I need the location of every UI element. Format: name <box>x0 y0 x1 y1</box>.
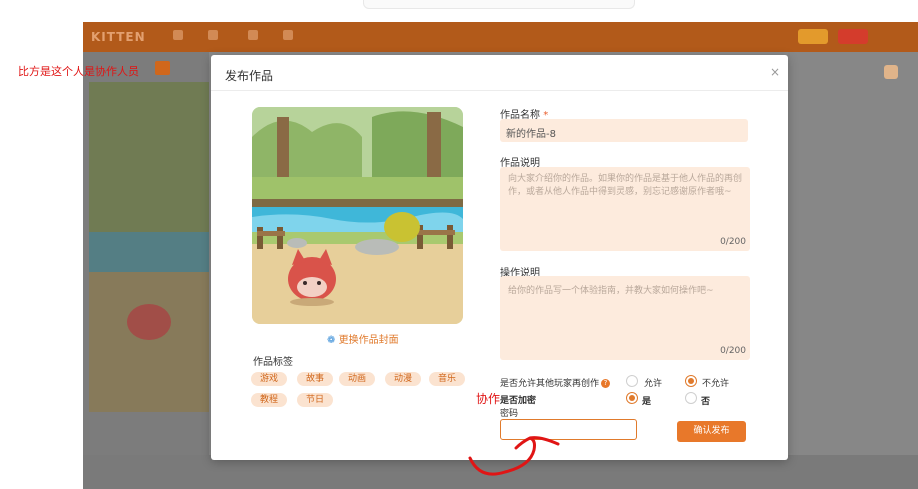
op-textarea[interactable]: 给你的作品写一个体验指南，并教大家如何操作吧~ 0/200 <box>500 276 750 360</box>
stage-preview <box>89 82 209 412</box>
nav-icon[interactable] <box>283 30 293 40</box>
tag-music[interactable]: 音乐 <box>429 372 466 386</box>
tag-animation[interactable]: 动画 <box>339 372 376 386</box>
remix-label-text: 是否允许其他玩家再创作 <box>500 379 600 389</box>
nav-icon[interactable] <box>173 30 183 40</box>
password-label: 密码 <box>500 409 519 419</box>
tag-tutorial[interactable]: 教程 <box>251 393 288 407</box>
op-counter: 0/200 <box>720 346 746 356</box>
encrypt-no-radio[interactable] <box>685 392 697 404</box>
divider <box>211 90 788 91</box>
dialog-title: 发布作品 <box>225 69 274 83</box>
encrypt-no-label[interactable]: 否 <box>701 394 710 407</box>
cover-illustration <box>252 107 463 324</box>
name-input[interactable]: 新的作品-8 <box>500 119 748 142</box>
help-icon[interactable]: ? <box>601 379 611 388</box>
tag-anime[interactable]: 动漫 <box>385 372 422 386</box>
remix-deny-label[interactable]: 不允许 <box>702 376 729 389</box>
name-input-value: 新的作品-8 <box>506 129 556 140</box>
encrypt-yes-radio[interactable] <box>626 392 638 404</box>
close-icon[interactable]: × <box>770 65 780 79</box>
annotation-marker <box>155 61 170 75</box>
annotation-label: 协作 <box>476 392 501 406</box>
radio-dot <box>629 395 635 401</box>
confirm-publish-button[interactable]: 确认发布 <box>677 421 746 442</box>
op-placeholder: 给你的作品写一个体验指南，并教大家如何操作吧~ <box>508 286 714 296</box>
tag-festival[interactable]: 节日 <box>297 393 334 407</box>
remix-allow-label[interactable]: 允许 <box>644 376 662 389</box>
annotation-note: 比方是这个人是协作人员 <box>18 65 139 78</box>
tag-game[interactable]: 游戏 <box>251 372 288 386</box>
stage-illustration <box>89 82 209 412</box>
app-topbar: KITTEN <box>83 22 918 52</box>
remix-label: 是否允许其他玩家再创作? <box>500 376 611 389</box>
cover-image <box>252 107 463 324</box>
radio-dot <box>688 378 694 384</box>
change-cover-link[interactable]: ❁ 更换作品封面 <box>327 331 399 346</box>
nav-icon[interactable] <box>208 30 218 40</box>
toolbar-button[interactable] <box>838 29 868 44</box>
encrypt-label: 是否加密 <box>500 396 537 406</box>
desc-placeholder: 向大家介绍你的作品。如果你的作品是基于他人作品的再创作，或者从他人作品中得到灵感… <box>508 174 743 197</box>
desc-textarea[interactable]: 向大家介绍你的作品。如果你的作品是基于他人作品的再创作，或者从他人作品中得到灵感… <box>500 167 750 251</box>
nav-icon[interactable] <box>248 30 258 40</box>
top-frame <box>363 0 635 9</box>
image-icon: ❁ <box>327 335 336 346</box>
remix-allow-radio[interactable] <box>626 375 638 387</box>
app-logo: KITTEN <box>91 30 146 44</box>
toolbar-button[interactable] <box>798 29 828 44</box>
right-panel <box>788 52 918 489</box>
tags-label: 作品标签 <box>253 357 293 368</box>
side-panel-icon[interactable] <box>884 65 898 79</box>
tag-story[interactable]: 故事 <box>297 372 334 386</box>
remix-deny-radio[interactable] <box>685 375 697 387</box>
desc-counter: 0/200 <box>720 237 746 247</box>
encrypt-yes-label[interactable]: 是 <box>642 394 651 407</box>
change-cover-label: 更换作品封面 <box>338 335 399 346</box>
annotation-scribble <box>468 436 560 476</box>
